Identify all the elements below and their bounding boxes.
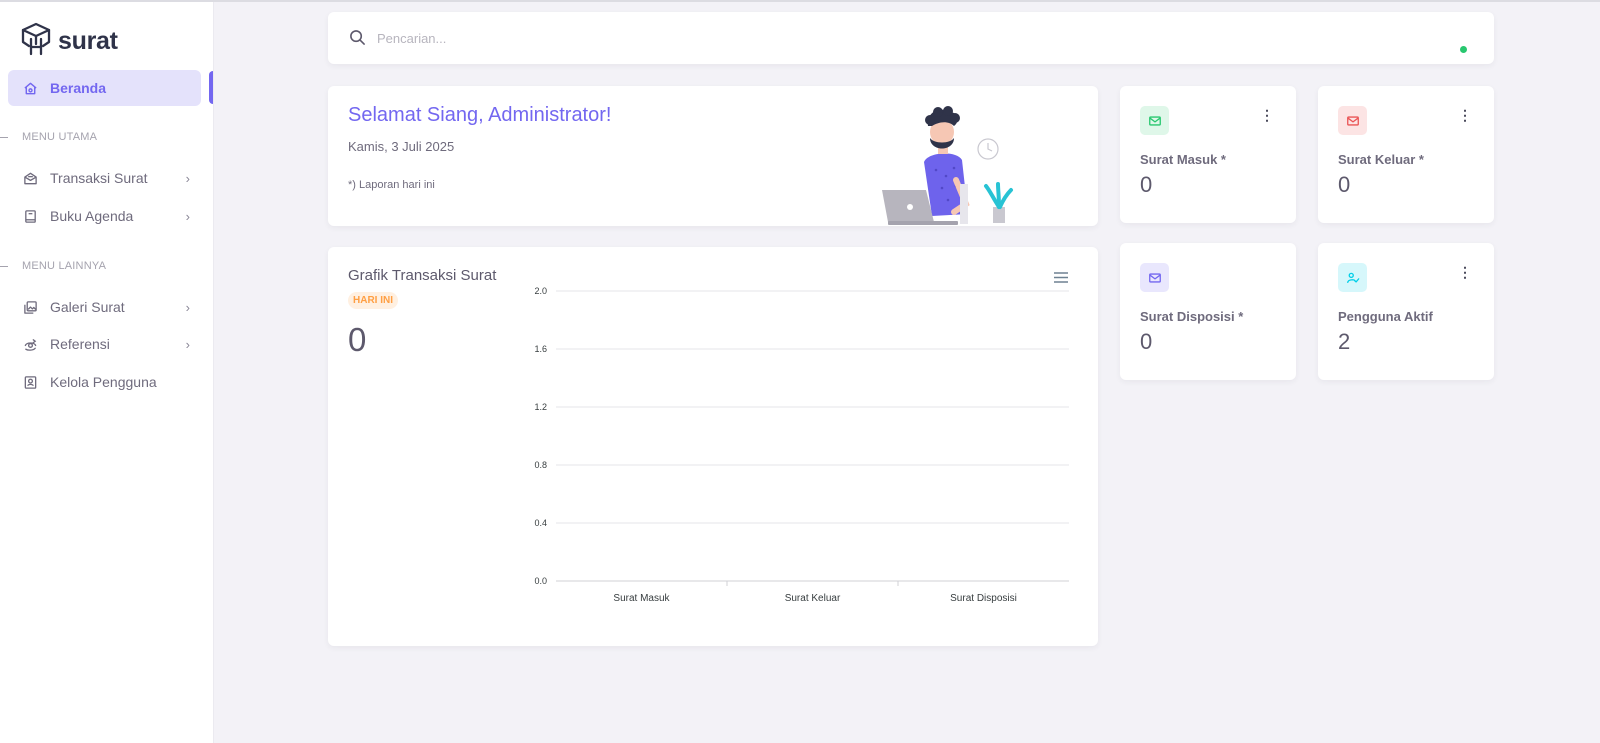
- sidebar-item-label: Beranda: [50, 80, 107, 96]
- user-check-icon: [1338, 263, 1367, 292]
- y-tick-label: 0.0: [534, 576, 547, 586]
- sidebar-item-galeri-surat[interactable]: Galeri Surat ›: [23, 295, 190, 319]
- chevron-right-icon: ›: [185, 299, 190, 315]
- chart-card: Grafik Transaksi Surat HARI INI 0 0.0 0.4…: [328, 247, 1098, 646]
- sidebar-item-label: Galeri Surat: [50, 299, 125, 315]
- stat-label: Surat Disposisi *: [1140, 309, 1244, 324]
- stat-card-surat-keluar[interactable]: ⋮ Surat Keluar * 0: [1318, 86, 1494, 223]
- x-tick-label: Surat Masuk: [613, 593, 670, 604]
- sidebar-item-buku-agenda[interactable]: Buku Agenda ›: [23, 204, 190, 228]
- more-vertical-icon[interactable]: ⋮: [1458, 265, 1472, 279]
- chevron-right-icon: ›: [185, 170, 190, 186]
- stat-value: 0: [1140, 329, 1153, 354]
- chevron-right-icon: ›: [185, 208, 190, 224]
- menu-header-lainnya: MENU LAINNYA: [0, 260, 106, 272]
- greeting-note: *) Laporan hari ini: [348, 179, 435, 191]
- stat-value: 0: [1338, 172, 1351, 197]
- stat-card-pengguna-aktif[interactable]: ⋮ Pengguna Aktif 2: [1318, 243, 1494, 380]
- search-input[interactable]: [377, 26, 547, 50]
- x-tick-label: Surat Disposisi: [950, 593, 1017, 604]
- stat-label: Pengguna Aktif: [1338, 309, 1433, 324]
- mail-icon: [1338, 106, 1367, 135]
- logo-icon: [20, 22, 52, 61]
- menu-header-utama: MENU UTAMA: [0, 131, 97, 143]
- brand-name: surat: [58, 27, 118, 55]
- more-vertical-icon[interactable]: ⋮: [1458, 108, 1472, 122]
- y-tick-label: 0.4: [534, 518, 547, 528]
- x-tick-label: Surat Keluar: [785, 593, 841, 604]
- search-icon[interactable]: [349, 29, 366, 46]
- brand-logo[interactable]: surat: [20, 22, 118, 61]
- stat-label: Surat Keluar *: [1338, 152, 1424, 167]
- user-box-icon: [23, 375, 38, 390]
- photo-gallery-icon: [23, 300, 38, 315]
- y-tick-label: 0.8: [534, 460, 547, 470]
- chevron-right-icon: ›: [185, 336, 190, 352]
- mail-opened-icon: [23, 171, 38, 186]
- mail-icon: [1140, 106, 1169, 135]
- sidebar-item-label: Buku Agenda: [50, 208, 134, 224]
- active-indicator: [209, 71, 213, 104]
- y-tick-label: 1.2: [534, 402, 547, 412]
- sidebar-item-transaksi-surat[interactable]: Transaksi Surat ›: [23, 166, 190, 190]
- stat-value: 0: [1140, 172, 1153, 197]
- sidebar-item-label: Referensi: [50, 336, 110, 352]
- bar-chart: 0.0 0.4 0.8 1.2 1.6 2.0 Surat Masuk Surat Kelua…: [534, 286, 1069, 604]
- top-navbar: [328, 12, 1494, 64]
- book-icon: [23, 209, 38, 224]
- mail-icon: [1140, 263, 1169, 292]
- greeting-card: Selamat Siang, Administrator! Kamis, 3 J…: [328, 86, 1098, 226]
- greeting-date: Kamis, 3 Juli 2025: [348, 139, 455, 154]
- man-with-laptop-illustration: [882, 106, 1013, 225]
- online-status-dot: [1460, 46, 1467, 53]
- sidebar: surat Beranda MENU UTAMA Transaksi Surat…: [0, 2, 214, 743]
- stat-card-surat-masuk[interactable]: ⋮ Surat Masuk * 0: [1120, 86, 1296, 223]
- sidebar-item-beranda[interactable]: Beranda: [8, 70, 201, 106]
- sidebar-item-referensi[interactable]: Referensi ›: [23, 332, 190, 356]
- sidebar-item-kelola-pengguna[interactable]: Kelola Pengguna: [23, 370, 190, 394]
- eye-refresh-icon: [23, 337, 38, 352]
- home-icon: [23, 81, 38, 96]
- y-tick-label: 1.6: [534, 344, 547, 354]
- sidebar-item-label: Kelola Pengguna: [50, 374, 157, 390]
- sidebar-item-label: Transaksi Surat: [50, 170, 148, 186]
- stat-card-surat-disposisi[interactable]: Surat Disposisi * 0: [1120, 243, 1296, 380]
- stat-value: 2: [1338, 329, 1351, 354]
- greeting-title: Selamat Siang, Administrator!: [348, 104, 612, 126]
- top-border: [0, 0, 1600, 2]
- more-vertical-icon[interactable]: ⋮: [1260, 108, 1274, 122]
- y-tick-label: 2.0: [534, 286, 547, 296]
- stat-label: Surat Masuk *: [1140, 152, 1226, 167]
